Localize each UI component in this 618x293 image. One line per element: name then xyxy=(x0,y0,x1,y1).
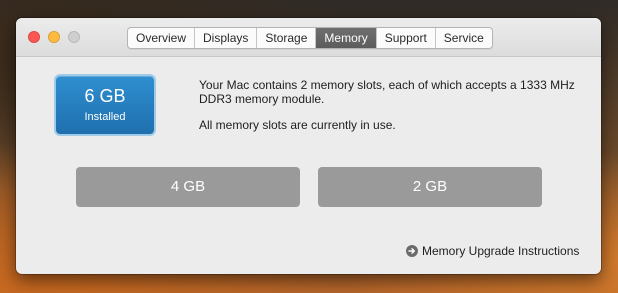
zoom-button[interactable] xyxy=(68,31,80,43)
arrow-circle-right-icon xyxy=(406,245,418,257)
title-bar: Overview Displays Storage Memory Support… xyxy=(16,18,601,57)
installed-memory-amount: 6 GB xyxy=(84,86,126,106)
minimize-button[interactable] xyxy=(48,31,60,43)
tab-bar: Overview Displays Storage Memory Support… xyxy=(127,27,493,49)
tab-support[interactable]: Support xyxy=(377,28,436,48)
tab-storage[interactable]: Storage xyxy=(257,28,317,48)
tab-service[interactable]: Service xyxy=(436,28,492,48)
memory-slots-info: Your Mac contains 2 memory slots, each o… xyxy=(199,78,575,106)
tab-memory[interactable]: Memory xyxy=(316,28,377,48)
memory-slot-2: 2 GB xyxy=(318,167,542,207)
memory-description: Your Mac contains 2 memory slots, each o… xyxy=(199,78,579,132)
close-button[interactable] xyxy=(28,31,40,43)
memory-slots-status: All memory slots are currently in use. xyxy=(199,118,396,132)
memory-slot-1: 4 GB xyxy=(76,167,300,207)
installed-memory-badge: 6 GB Installed xyxy=(56,76,154,134)
installed-memory-label: Installed xyxy=(84,111,126,123)
upgrade-link-label: Memory Upgrade Instructions xyxy=(422,244,580,258)
memory-upgrade-instructions-link[interactable]: Memory Upgrade Instructions xyxy=(406,244,579,258)
tab-overview[interactable]: Overview xyxy=(128,28,196,48)
about-this-mac-window: Overview Displays Storage Memory Support… xyxy=(16,18,601,274)
tab-displays[interactable]: Displays xyxy=(195,28,258,48)
